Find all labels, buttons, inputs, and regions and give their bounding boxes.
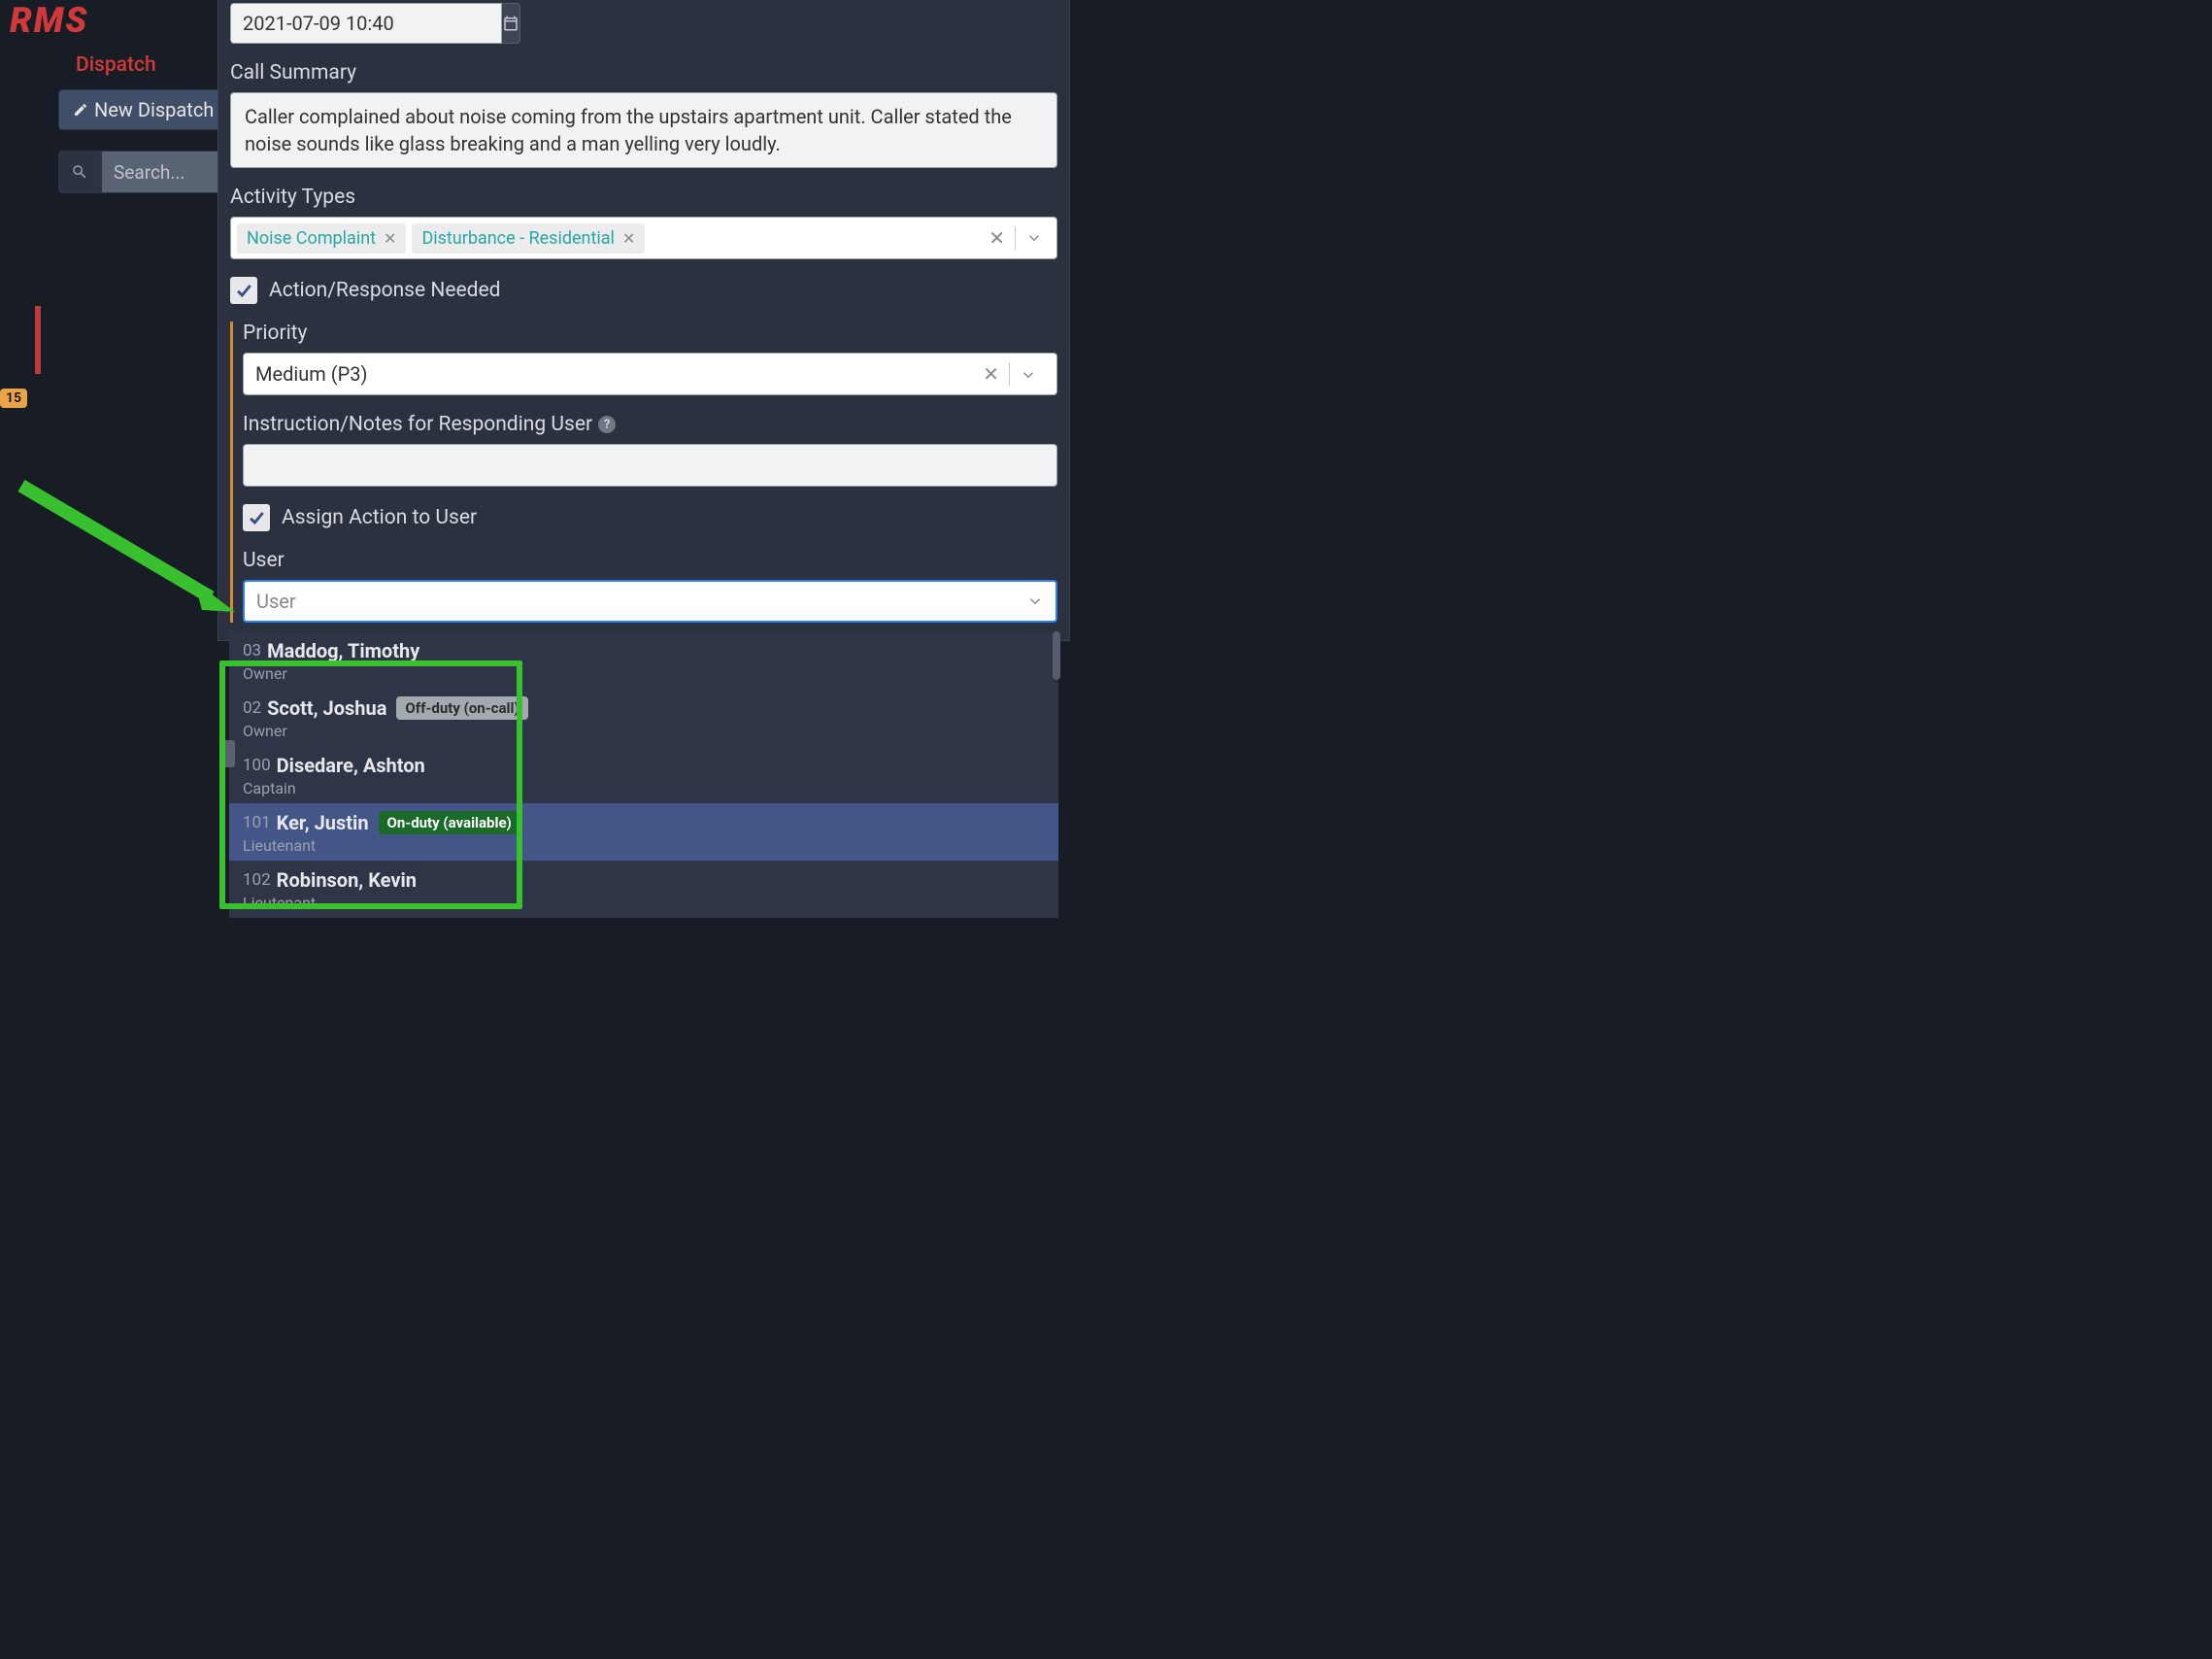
remove-tag-icon[interactable]: ✕ xyxy=(384,229,396,248)
clear-icon[interactable]: ✕ xyxy=(983,362,999,386)
user-select[interactable]: User xyxy=(243,580,1057,623)
dispatch-heading: Dispatch xyxy=(76,53,156,77)
summary-label: Call Summary xyxy=(230,61,1057,85)
priority-select[interactable]: Medium (P3) ✕ xyxy=(243,353,1057,395)
calendar-icon xyxy=(502,15,519,32)
activity-types-label: Activity Types xyxy=(230,186,1057,209)
chevron-down-icon[interactable] xyxy=(1025,229,1043,247)
logo: RMS xyxy=(0,0,98,41)
active-indicator xyxy=(35,306,41,374)
assign-user-checkbox[interactable] xyxy=(243,504,270,531)
search-icon xyxy=(58,151,101,193)
calendar-button[interactable] xyxy=(502,3,520,44)
remove-tag-icon[interactable]: ✕ xyxy=(622,229,635,248)
new-dispatch-button[interactable]: New Dispatch xyxy=(58,89,228,130)
user-option[interactable]: 02Scott, JoshuaOff-duty (on-call) Owner xyxy=(229,689,1058,746)
dispatch-form: Call Summary Caller complained about noi… xyxy=(218,0,1070,641)
datetime-input[interactable] xyxy=(230,3,502,44)
new-dispatch-label: New Dispatch xyxy=(94,98,214,121)
action-needed-label: Action/Response Needed xyxy=(269,279,500,302)
user-option[interactable]: 101Ker, JustinOn-duty (available) Lieute… xyxy=(229,803,1058,861)
user-option[interactable]: 102Robinson, Kevin Lieutenant xyxy=(229,861,1058,918)
activity-tag[interactable]: Noise Complaint✕ xyxy=(237,223,406,254)
user-option[interactable]: 03Maddog, Timothy Owner xyxy=(229,631,1058,689)
user-dropdown: 03Maddog, Timothy Owner 02Scott, JoshuaO… xyxy=(229,631,1058,918)
activity-tag[interactable]: Disturbance - Residential✕ xyxy=(412,223,645,254)
annotation-arrow xyxy=(12,476,235,626)
notes-input[interactable] xyxy=(243,444,1057,487)
edit-icon xyxy=(73,102,88,118)
action-needed-checkbox[interactable] xyxy=(230,277,257,304)
summary-textarea[interactable]: Caller complained about noise coming fro… xyxy=(230,92,1057,168)
activity-types-select[interactable]: Noise Complaint✕ Disturbance - Residenti… xyxy=(230,217,1057,259)
chevron-down-icon[interactable] xyxy=(1026,592,1044,610)
assign-user-label: Assign Action to User xyxy=(282,506,477,529)
priority-label: Priority xyxy=(243,322,1057,345)
count-badge: 15 xyxy=(0,389,27,408)
clear-icon[interactable]: ✕ xyxy=(989,226,1005,250)
status-badge: On-duty (available) xyxy=(379,811,520,834)
help-icon[interactable]: ? xyxy=(598,416,616,433)
status-badge: Off-duty (on-call) xyxy=(396,696,527,720)
user-label: User xyxy=(243,549,1057,572)
notes-label: Instruction/Notes for Responding User? xyxy=(243,413,1057,436)
user-option[interactable]: 100Disedare, Ashton Captain xyxy=(229,746,1058,803)
chevron-down-icon[interactable] xyxy=(1020,365,1037,383)
